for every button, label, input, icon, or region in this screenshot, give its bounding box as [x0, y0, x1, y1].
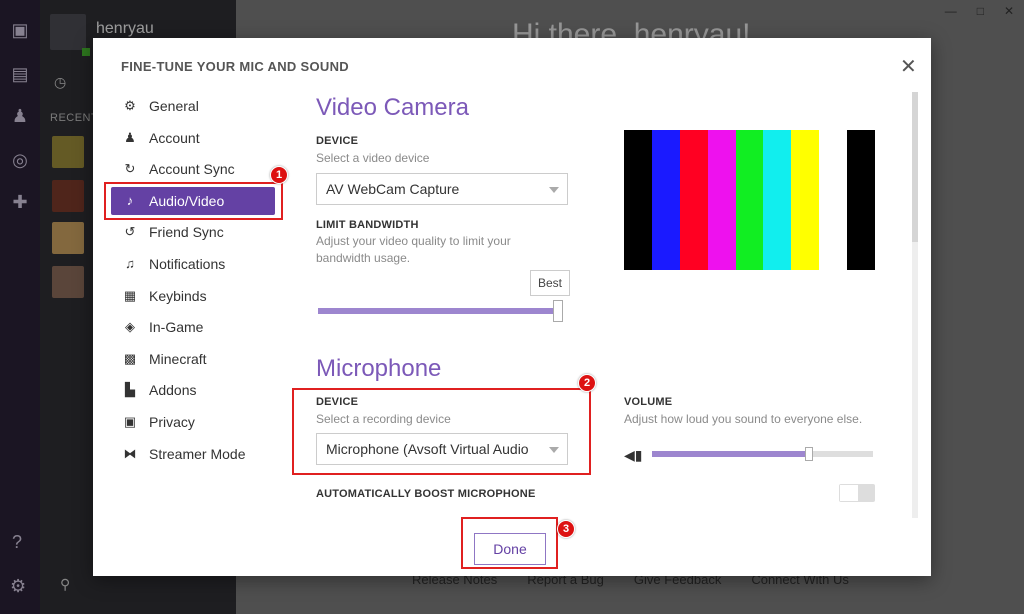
bandwidth-tooltip: Best	[530, 270, 571, 296]
settings-modal: FINE-TUNE YOUR MIC AND SOUND ✕ ⚙ General …	[93, 38, 931, 576]
nav-item-streamer-mode[interactable]: ⧓ Streamer Mode	[111, 440, 281, 468]
nav-item-label: Friend Sync	[149, 224, 224, 241]
video-device-sub: Select a video device	[316, 151, 430, 165]
modal-scrollbar[interactable]	[912, 92, 918, 518]
addons-icon: ▙	[125, 382, 135, 398]
color-bar	[624, 130, 652, 270]
nav-item-label: Account Sync	[149, 161, 235, 178]
bandwidth-sub: Adjust your video quality to limit your …	[316, 234, 511, 265]
step-badge: 1	[270, 166, 288, 184]
volume-slider-handle[interactable]	[805, 447, 813, 461]
nav-item-notifications[interactable]: ♫ Notifications	[111, 250, 281, 278]
lock-icon: ▣	[123, 413, 137, 429]
step-badge: 3	[557, 520, 575, 538]
boost-label: AUTOMATICALLY BOOST MICROPHONE	[316, 488, 536, 500]
color-bar	[735, 130, 764, 270]
video-device-select[interactable]: AV WebCam Capture	[316, 173, 568, 205]
bandwidth-slider-handle[interactable]	[553, 300, 563, 322]
nav-item-privacy[interactable]: ▣ Privacy	[111, 408, 281, 436]
color-bar	[679, 130, 708, 270]
nav-item-account-sync[interactable]: ↻ Account Sync	[111, 155, 281, 183]
nav-item-account[interactable]: ♟ Account	[111, 124, 281, 152]
keyboard-icon: ▦	[123, 287, 137, 303]
speaker-icon: ◀▮	[624, 447, 643, 463]
user-icon: ♟	[124, 129, 136, 145]
highlight-box-nav	[104, 182, 283, 220]
volume-slider-fill	[652, 451, 809, 457]
color-bar	[763, 130, 792, 270]
highlight-box-mic	[292, 388, 591, 475]
color-bar	[651, 130, 680, 270]
video-device-value: AV WebCam Capture	[326, 181, 460, 197]
bandwidth-slider[interactable]	[318, 300, 563, 322]
microphone-title: Microphone	[316, 355, 442, 382]
toggle-knob	[840, 485, 858, 501]
nav-item-label: Minecraft	[149, 350, 207, 367]
nav-item-label: Privacy	[149, 413, 195, 430]
scroll-thumb[interactable]	[912, 92, 918, 242]
nav-item-in-game[interactable]: ◈ In-Game	[111, 313, 281, 341]
video-camera-title: Video Camera	[316, 94, 469, 121]
nav-item-minecraft[interactable]: ▩ Minecraft	[111, 345, 281, 373]
step-badge: 2	[578, 374, 596, 392]
volume-slider[interactable]	[652, 447, 873, 461]
video-device-label: DEVICE	[316, 135, 359, 147]
color-bar	[791, 130, 820, 270]
color-bar	[707, 130, 736, 270]
close-icon[interactable]: ✕	[900, 54, 917, 79]
nav-item-label: Account	[149, 129, 200, 146]
streamer-icon: ⧓	[123, 445, 137, 461]
color-bar	[819, 130, 848, 270]
bandwidth-slider-fill	[318, 308, 563, 314]
camera-preview	[624, 130, 876, 270]
volume-label: VOLUME	[624, 396, 673, 408]
nav-item-label: In-Game	[149, 319, 204, 336]
layers-icon: ◈	[125, 319, 135, 335]
volume-sub: Adjust how loud you sound to everyone el…	[624, 412, 863, 426]
bandwidth-label: LIMIT BANDWIDTH	[316, 219, 419, 231]
gear-icon: ⚙	[124, 98, 136, 113]
highlight-box-done	[461, 517, 558, 569]
color-bar	[847, 130, 876, 270]
nav-item-label: Notifications	[149, 255, 226, 272]
minecraft-icon: ▩	[123, 350, 137, 366]
bell-icon: ♫	[125, 256, 135, 272]
nav-item-keybinds[interactable]: ▦ Keybinds	[111, 282, 281, 310]
nav-item-label: Streamer Mode	[149, 445, 246, 462]
nav-item-general[interactable]: ⚙ General	[111, 92, 281, 120]
nav-item-label: Keybinds	[149, 287, 207, 304]
sync-icon: ↻	[124, 161, 136, 177]
boost-toggle[interactable]	[839, 484, 875, 502]
nav-item-label: Addons	[149, 382, 197, 399]
nav-item-label: General	[149, 98, 199, 114]
nav-item-addons[interactable]: ▙ Addons	[111, 376, 281, 404]
chevron-down-icon	[549, 187, 559, 193]
nav-item-friend-sync[interactable]: ↺ Friend Sync	[111, 218, 281, 246]
settings-nav: ⚙ General ♟ Account ↻ Account Sync ♪ Audio/V…	[111, 92, 281, 471]
modal-title: FINE-TUNE YOUR MIC AND SOUND	[121, 59, 349, 74]
friend-sync-icon: ↺	[124, 224, 136, 240]
